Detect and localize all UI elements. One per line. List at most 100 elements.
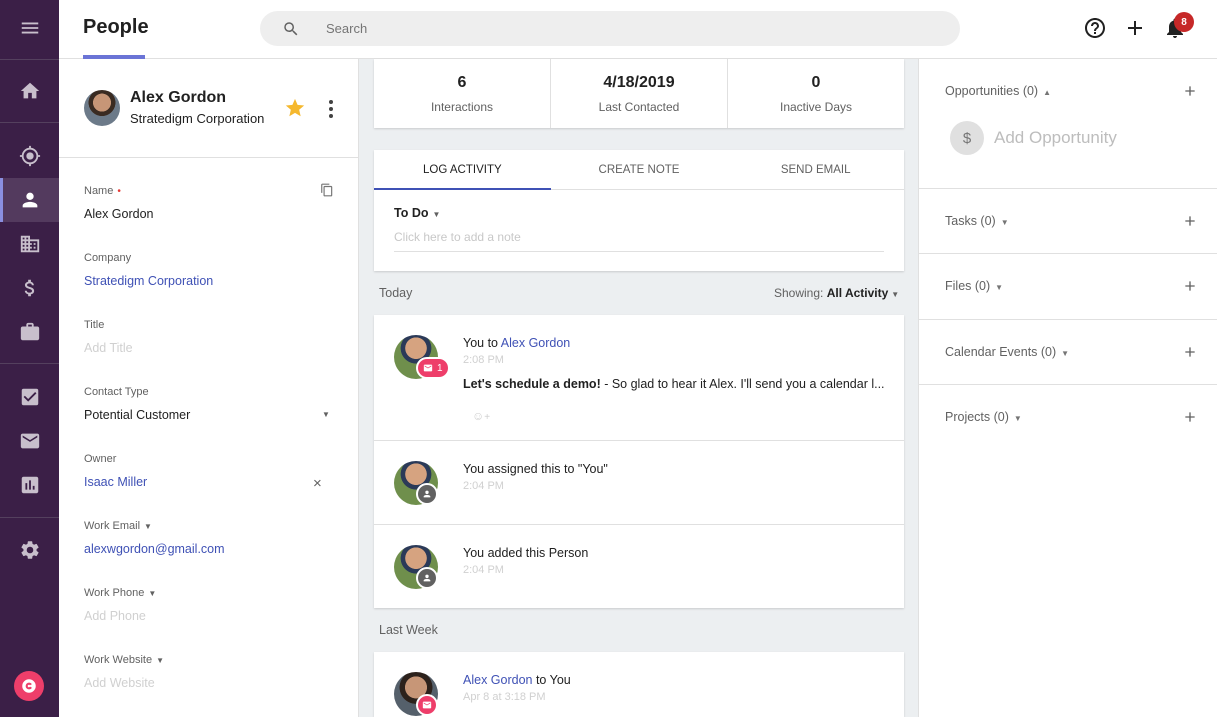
section-toggle[interactable]: Projects (0) ▼	[945, 410, 1022, 424]
bar-chart-icon	[21, 476, 38, 494]
feed-item-title: Alex Gordon to You	[463, 673, 571, 687]
required-indicator: •	[117, 185, 121, 197]
feed-item-recipient: to You	[532, 673, 571, 687]
work-email-label: Work Email	[84, 520, 141, 532]
company-label: Company	[84, 252, 132, 264]
section-toggle[interactable]: Files (0) ▼	[945, 279, 1003, 293]
feed-item-title: You added this Person	[463, 546, 589, 560]
chevron-down-icon[interactable]: ▼	[322, 410, 336, 424]
star-icon[interactable]	[284, 97, 306, 119]
page-title: People	[83, 16, 149, 38]
person-name: Alex Gordon	[130, 89, 227, 106]
stat-inactive-days: 0 Inactive Days	[728, 59, 904, 128]
field-label: Name •	[84, 185, 339, 197]
search-input[interactable]	[326, 11, 926, 46]
hamburger-menu-button[interactable]	[0, 6, 59, 50]
help-button[interactable]	[1083, 16, 1107, 40]
feed-item-body[interactable]: Let's schedule a demo! - So glad to hear…	[463, 377, 887, 391]
logo-icon	[22, 679, 36, 693]
contact-link[interactable]: Alex Gordon	[501, 336, 570, 350]
field-work-phone: Work Phone ▼ Add Phone	[84, 587, 339, 623]
work-email-link[interactable]: alexwgordon@gmail.com	[84, 542, 339, 556]
chevron-down-icon: ▼	[1013, 414, 1022, 423]
nav-item-companies[interactable]	[0, 222, 59, 266]
feed-item[interactable]: You assigned this to "You" 2:04 PM	[374, 441, 904, 525]
plus-icon[interactable]	[1182, 83, 1198, 99]
tab-create-note[interactable]: CREATE NOTE	[551, 150, 728, 189]
nav-item-home[interactable]	[0, 69, 59, 113]
person-badge	[416, 483, 438, 505]
feed-item[interactable]: You added this Person 2:04 PM	[374, 525, 904, 608]
field-label[interactable]: Work Email ▼	[84, 520, 339, 532]
section-tasks: Tasks (0) ▼	[919, 189, 1217, 254]
nav-item-email[interactable]	[0, 419, 59, 463]
chevron-down-icon: ▼	[144, 521, 152, 531]
activity-tabs: LOG ACTIVITY CREATE NOTE SEND EMAIL	[374, 150, 904, 190]
section-toggle[interactable]: Opportunities (0) ▲	[945, 84, 1051, 98]
work-phone-input[interactable]: Add Phone	[84, 609, 339, 623]
hamburger-menu-icon	[21, 22, 38, 34]
top-bar: People 8	[59, 0, 1217, 59]
help-icon	[1085, 18, 1105, 38]
field-work-website: Work Website ▼ Add Website	[84, 654, 339, 690]
add-button[interactable]	[1123, 16, 1147, 40]
smiley-icon: ☺	[472, 409, 485, 423]
work-website-input[interactable]: Add Website	[84, 676, 339, 690]
plus-icon[interactable]	[1182, 409, 1198, 425]
chevron-down-icon: ▼	[891, 290, 900, 299]
section-toggle[interactable]: Tasks (0) ▼	[945, 214, 1009, 228]
activity-type-select[interactable]: To Do ▼	[394, 206, 440, 220]
feed-item[interactable]: Alex Gordon to You Apr 8 at 3:18 PM	[374, 652, 904, 717]
plus-icon[interactable]	[1182, 278, 1198, 294]
nav-item-leads[interactable]	[0, 134, 59, 178]
nav-item-reports[interactable]	[0, 463, 59, 507]
owner-link[interactable]: Isaac Miller	[84, 475, 339, 489]
add-opportunity-button[interactable]: $ Add Opportunity	[950, 121, 1117, 155]
feed-item[interactable]: 1 You to Alex Gordon 2:08 PM Let's sched…	[374, 315, 904, 441]
nav-item-projects[interactable]	[0, 310, 59, 354]
plus-icon[interactable]	[1182, 344, 1198, 360]
title-input[interactable]: Add Title	[84, 341, 339, 355]
field-label[interactable]: Work Website ▼	[84, 654, 339, 666]
stat-label: Last Contacted	[598, 100, 680, 114]
stat-last-contacted: 4/18/2019 Last Contacted	[551, 59, 728, 128]
company-link[interactable]: Stratedigm Corporation	[84, 274, 339, 288]
brand-logo[interactable]	[14, 671, 44, 701]
field-owner: Owner Isaac Miller ×	[84, 453, 339, 492]
plus-icon[interactable]	[1182, 213, 1198, 229]
tab-send-email[interactable]: SEND EMAIL	[727, 150, 904, 189]
nav-item-settings[interactable]	[0, 528, 59, 572]
stat-value: 0	[811, 74, 821, 91]
name-value[interactable]: Alex Gordon	[84, 207, 339, 221]
activity-filter[interactable]: Showing: All Activity ▼	[774, 286, 899, 300]
contact-link[interactable]: Alex Gordon	[463, 673, 532, 687]
more-vertical-icon[interactable]	[324, 99, 338, 119]
stat-value: 6	[457, 74, 467, 91]
field-label[interactable]: Work Phone ▼	[84, 587, 339, 599]
section-calendar-events: Calendar Events (0) ▼	[919, 320, 1217, 385]
nav-rail	[0, 0, 59, 717]
close-icon[interactable]: ×	[313, 475, 327, 492]
avatar[interactable]	[84, 90, 120, 126]
chevron-down-icon: ▼	[1061, 349, 1070, 358]
field-contact-type: Contact Type Potential Customer ▼	[84, 386, 339, 422]
chevron-down-icon: ▼	[432, 210, 441, 219]
section-toggle[interactable]: Calendar Events (0) ▼	[945, 345, 1069, 359]
opportunities-label: Opportunities (0)	[945, 84, 1039, 98]
building-icon	[20, 235, 39, 253]
nav-item-opportunities[interactable]	[0, 266, 59, 310]
related-panel: Opportunities (0) ▲ $ Add Opportunity Tas…	[918, 59, 1217, 717]
contact-type-select[interactable]: Potential Customer	[84, 408, 339, 422]
nav-item-people[interactable]	[0, 178, 59, 222]
rail-divider	[0, 517, 59, 518]
add-reaction-button[interactable]: ☺+	[472, 409, 490, 423]
work-phone-label: Work Phone	[84, 587, 145, 599]
tab-log-activity[interactable]: LOG ACTIVITY	[374, 150, 551, 190]
person-icon	[423, 490, 431, 498]
search-bar[interactable]	[260, 11, 960, 46]
nav-item-tasks[interactable]	[0, 375, 59, 419]
copy-icon[interactable]	[320, 183, 334, 197]
note-input[interactable]: Click here to add a note	[394, 230, 884, 252]
notification-count-badge: 8	[1174, 12, 1194, 32]
field-title: Title Add Title	[84, 319, 339, 355]
